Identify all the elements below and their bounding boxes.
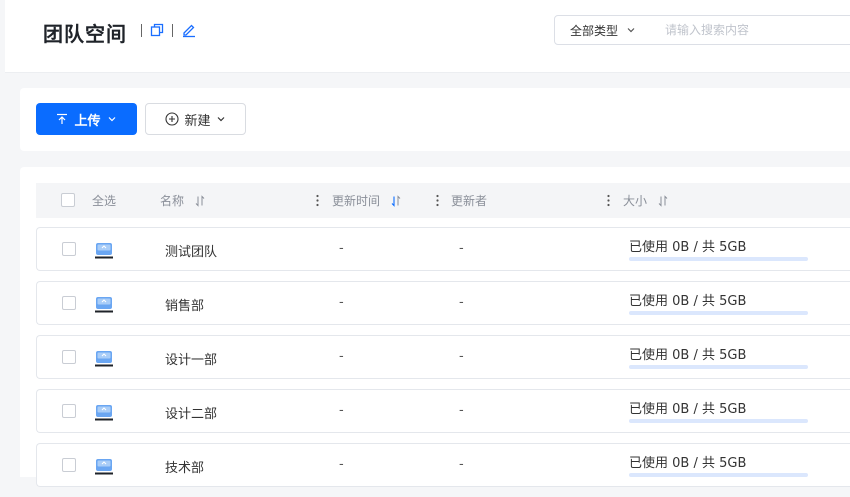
space-name: 技术部 [165,461,205,476]
drive-icon [95,243,113,259]
drive-icon [95,405,113,421]
storage-usage-text: 已使用 0B / 共 5GB [629,294,747,309]
table-row[interactable]: 销售部 - - 已使用 0B / 共 5GB [36,281,850,325]
chevron-down-icon [627,28,635,33]
column-drag-handle-icon[interactable] [436,194,439,207]
table-body: 测试团队 - - 已使用 0B / 共 5GB 销售部 - - 已使用 0B /… [36,227,850,497]
updated-time: - [339,349,344,364]
column-drag-handle-icon[interactable] [607,194,610,207]
updated-time: - [339,241,344,256]
row-checkbox[interactable] [62,296,76,310]
table-row[interactable]: 测试团队 - - 已使用 0B / 共 5GB [36,227,850,271]
plus-circle-icon [165,112,180,126]
table-row[interactable]: 设计二部 - - 已使用 0B / 共 5GB [36,389,850,433]
storage-usage-text: 已使用 0B / 共 5GB [629,348,747,363]
new-button[interactable]: 新建 [145,103,246,135]
drive-icon [95,297,113,313]
upload-arrow-icon [57,113,68,124]
chevron-down-icon [108,117,115,122]
column-size[interactable]: 大小 [623,183,669,218]
row-checkbox[interactable] [62,242,76,256]
sort-icon[interactable] [390,194,402,207]
select-all-label: 全选 [92,194,117,208]
column-name[interactable]: 名称 [160,183,206,218]
space-name: 设计二部 [165,407,218,422]
storage-usage-bar [629,257,808,261]
updater: - [459,457,464,472]
column-drag-handle-icon[interactable] [316,194,319,207]
upload-button[interactable]: 上传 [36,103,137,135]
space-name: 测试团队 [165,245,218,260]
column-name-label: 名称 [160,194,185,208]
column-updated-time[interactable]: 更新时间 [332,183,402,218]
column-updater-label: 更新者 [451,194,488,208]
title-separator [141,24,142,37]
column-size-label: 大小 [623,194,648,208]
updated-time: - [339,457,344,472]
storage-usage-bar [629,419,808,423]
row-checkbox[interactable] [62,350,76,364]
column-select-all: 全选 [92,183,116,218]
new-button-label: 新建 [184,113,211,129]
sort-icon[interactable] [194,194,206,207]
drive-icon [95,459,113,475]
toolbar: 上传 新建 [20,88,850,151]
space-list: 全选 名称 更新时间 更新者 大小 测试团队 - - 已使用 0B / 共 5G… [20,167,850,487]
column-updater: 更新者 [451,183,487,218]
storage-usage-text: 已使用 0B / 共 5GB [629,240,747,255]
upload-button-label: 上传 [74,113,101,129]
table-row[interactable]: 设计一部 - - 已使用 0B / 共 5GB [36,335,850,379]
sort-icon[interactable] [657,194,669,207]
storage-usage-text: 已使用 0B / 共 5GB [629,456,747,471]
column-updated-time-label: 更新时间 [332,194,381,208]
updated-time: - [339,295,344,310]
page-title: 团队空间 [43,22,127,46]
row-checkbox[interactable] [62,458,76,472]
table-row[interactable]: 技术部 - - 已使用 0B / 共 5GB [36,443,850,487]
search-input[interactable] [651,15,850,45]
chevron-down-icon [217,117,224,122]
storage-usage-bar [629,365,808,369]
updated-time: - [339,403,344,418]
updater: - [459,295,464,310]
type-filter-value: 全部类型 [570,23,619,38]
type-filter-select[interactable]: 全部类型 [554,15,652,45]
storage-usage-bar [629,311,808,315]
updater: - [459,241,464,256]
updater: - [459,403,464,418]
storage-usage-bar [629,473,808,477]
space-name: 销售部 [165,299,205,314]
row-checkbox[interactable] [62,404,76,418]
table-header: 全选 名称 更新时间 更新者 大小 [36,183,850,218]
select-all-checkbox[interactable] [61,193,75,207]
header-bar: 团队空间 全部类型 [5,0,850,73]
title-separator [172,24,173,37]
storage-usage-text: 已使用 0B / 共 5GB [629,402,747,417]
space-name: 设计一部 [165,353,218,368]
copy-icon[interactable] [149,22,165,38]
updater: - [459,349,464,364]
edit-icon[interactable] [181,22,197,38]
drive-icon [95,351,113,367]
